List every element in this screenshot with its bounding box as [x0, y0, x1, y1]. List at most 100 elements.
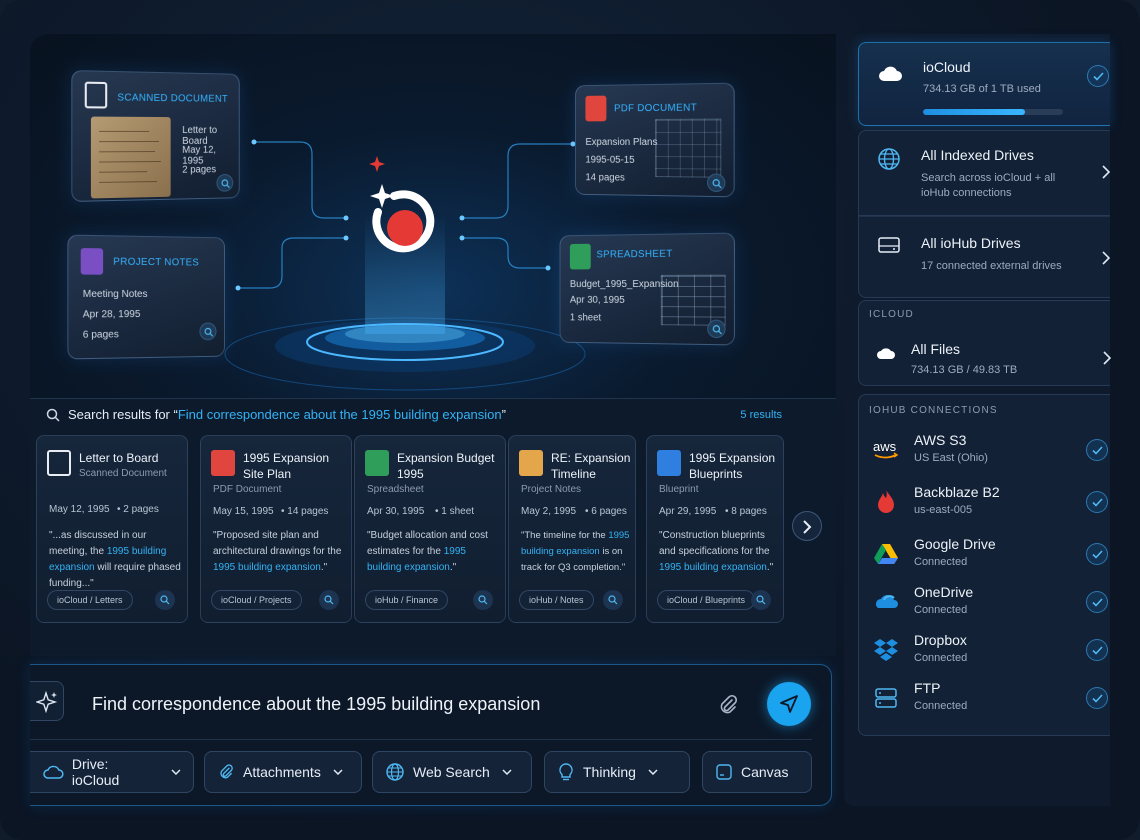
- search-icon[interactable]: [603, 590, 623, 610]
- result-card[interactable]: 1995 Expansion Blueprints Blueprint Apr …: [646, 435, 784, 623]
- search-icon: [216, 173, 234, 192]
- prompt-input[interactable]: [92, 691, 712, 717]
- hero-card-title: SPREADSHEET: [596, 248, 673, 261]
- result-card[interactable]: Expansion Budget 1995 Spreadsheet Apr 30…: [354, 435, 506, 623]
- chip-label: Web Search: [413, 764, 490, 780]
- result-location-tag[interactable]: ioCloud / Letters: [47, 590, 133, 610]
- result-title: 1995 Expansion Site Plan: [243, 451, 330, 481]
- connection-name: OneDrive: [914, 584, 974, 600]
- hero-card-line: 6 pages: [82, 329, 119, 341]
- result-type: Project Notes: [521, 484, 582, 495]
- scanned-letter-thumbnail: [90, 116, 171, 199]
- search-icon[interactable]: [155, 590, 175, 610]
- ai-assist-button[interactable]: [30, 681, 64, 721]
- google-drive-logo: [874, 544, 898, 564]
- section-label: IOHUB CONNECTIONS: [869, 405, 998, 416]
- drive-subtitle: 17 connected external drives: [921, 260, 1062, 272]
- chevron-down-icon: [333, 769, 343, 775]
- drive-option-all-iohub[interactable]: All ioHub Drives 17 connected external d…: [858, 216, 1110, 298]
- result-card[interactable]: Letter to Board Scanned Document May 12,…: [36, 435, 188, 623]
- result-pages: • 14 pages: [281, 506, 329, 517]
- backblaze-logo: [878, 490, 894, 513]
- result-location-tag[interactable]: ioCloud / Projects: [211, 590, 302, 610]
- storage-usage-fill: [923, 109, 1026, 115]
- document-icon: [84, 81, 108, 109]
- drive-option-all-indexed[interactable]: All Indexed Drives Search across ioCloud…: [858, 130, 1110, 216]
- spreadsheet-icon: [365, 450, 389, 476]
- search-icon: [199, 322, 217, 341]
- results-prefix: Search results for “: [68, 407, 178, 422]
- connection-ftp[interactable]: FTP Connected: [858, 674, 1110, 722]
- result-location-tag[interactable]: ioHub / Finance: [365, 590, 449, 610]
- blueprint-thumbnail: [654, 118, 722, 178]
- notes-icon: [80, 248, 104, 275]
- check-icon: [1086, 439, 1108, 461]
- connection-dropbox[interactable]: Dropbox Connected: [858, 626, 1110, 674]
- connection-name: FTP: [914, 680, 941, 696]
- cloud-icon: [877, 348, 895, 359]
- prompt-composer: Drive: ioCloud Attachments Web Search Th…: [30, 664, 832, 806]
- search-results-panel: Search results for “Find correspondence …: [30, 398, 836, 656]
- attachments-selector[interactable]: Attachments: [204, 751, 362, 793]
- check-icon: [1086, 639, 1108, 661]
- pdf-icon: [585, 95, 607, 122]
- drive-subtitle: 734.13 GB / 49.83 TB: [911, 364, 1018, 376]
- hero-card-line: Apr 30, 1995: [569, 294, 625, 306]
- spreadsheet-icon: [569, 243, 591, 270]
- connection-backblaze-b2[interactable]: Backblaze B2 us-east-005: [858, 478, 1110, 526]
- search-icon[interactable]: [751, 590, 771, 610]
- result-card[interactable]: 1995 Expansion Site Plan PDF Document Ma…: [200, 435, 352, 623]
- result-date: Apr 30, 1995: [367, 506, 425, 517]
- result-type: PDF Document: [213, 484, 282, 495]
- connection-google-drive[interactable]: Google Drive Connected: [858, 530, 1110, 578]
- connection-aws-s3[interactable]: aws AWS S3 US East (Ohio): [858, 426, 1110, 474]
- svg-text:aws: aws: [873, 439, 897, 454]
- drive-selector[interactable]: Drive: ioCloud: [30, 751, 194, 793]
- result-pages: • 8 pages: [725, 506, 767, 517]
- globe-icon: [878, 148, 900, 170]
- result-title: 1995 Expansion Blueprints: [689, 451, 776, 481]
- section-label: ICLOUD: [869, 309, 914, 320]
- result-location-tag[interactable]: ioCloud / Blueprints: [657, 590, 756, 610]
- result-snippet: "...as discussed in our meeting, the 199…: [49, 530, 181, 589]
- result-card[interactable]: RE: Expansion Timeline Project Notes May…: [508, 435, 636, 623]
- canvas-toggle[interactable]: Canvas: [702, 751, 812, 793]
- storage-usage-bar: [923, 109, 1063, 115]
- pdf-icon: [211, 450, 235, 476]
- results-suffix: ”: [501, 407, 506, 422]
- connection-name: Dropbox: [914, 632, 967, 648]
- drive-title: All Indexed Drives: [921, 147, 1034, 163]
- paperclip-icon[interactable]: [716, 693, 740, 717]
- hero-card-scanned: SCANNED DOCUMENT Letter to Board May 12,…: [71, 70, 240, 202]
- drive-title: All ioHub Drives: [921, 235, 1021, 251]
- results-count: 5 results: [740, 409, 782, 421]
- next-results-button[interactable]: [792, 511, 822, 541]
- hero-card-title: SCANNED DOCUMENT: [117, 92, 228, 105]
- results-query: Find correspondence about the 1995 build…: [177, 407, 502, 422]
- web-search-toggle[interactable]: Web Search: [372, 751, 532, 793]
- search-icon[interactable]: [319, 590, 339, 610]
- send-button[interactable]: [767, 682, 811, 726]
- icloud-section: ICLOUD All Files 734.13 GB / 49.83 TB: [858, 300, 1111, 386]
- search-icon[interactable]: [473, 590, 493, 610]
- result-location-tag[interactable]: ioHub / Notes: [519, 590, 594, 610]
- connection-status: Connected: [914, 604, 968, 616]
- hero-card-line: 2 pages: [182, 164, 217, 176]
- storage-usage-text: 734.13 GB of 1 TB used: [923, 83, 1041, 95]
- dropbox-logo: [874, 639, 898, 661]
- drive-option-iocloud[interactable]: ioCloud 734.13 GB of 1 TB used: [858, 42, 1110, 126]
- hero-card-spreadsheet: SPREADSHEET Budget_1995_Expansion Apr 30…: [559, 232, 735, 346]
- document-icon: [47, 450, 71, 476]
- drive-option-all-files[interactable]: All Files 734.13 GB / 49.83 TB: [859, 329, 1111, 385]
- connection-onedrive[interactable]: OneDrive Connected: [858, 578, 1110, 626]
- search-icon: [46, 408, 60, 422]
- chip-label: Drive: ioCloud: [71, 756, 120, 788]
- brand-logo: [369, 156, 435, 253]
- thinking-toggle[interactable]: Thinking: [544, 751, 690, 793]
- hero-card-notes: PROJECT NOTES Meeting Notes Apr 28, 1995…: [67, 234, 226, 360]
- connection-name: AWS S3: [914, 432, 967, 448]
- cloud-icon: [43, 765, 64, 779]
- drives-sidebar: ioCloud 734.13 GB of 1 TB used All Index…: [844, 34, 1111, 806]
- check-icon: [1086, 491, 1108, 513]
- blueprint-icon: [657, 450, 681, 476]
